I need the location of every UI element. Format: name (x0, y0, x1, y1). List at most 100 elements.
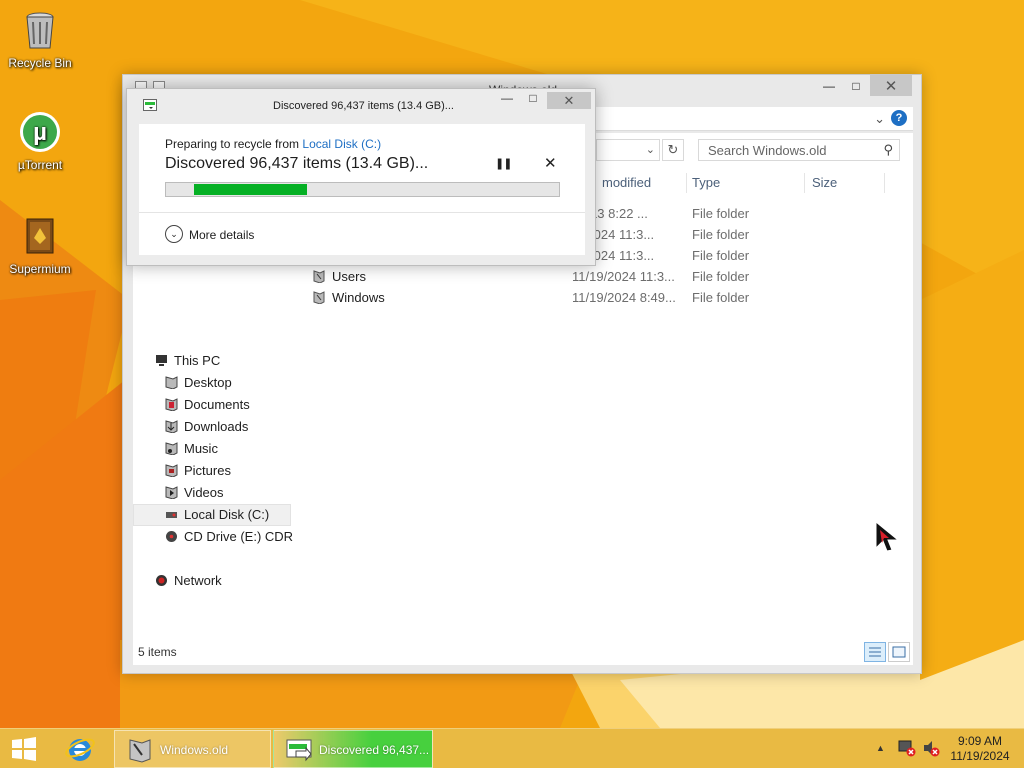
file-explorer-icon (129, 739, 151, 763)
desktop-icon-label: Supermium (9, 262, 71, 276)
search-icon[interactable]: ⚲ (883, 142, 893, 158)
desktop-folder-icon (165, 376, 178, 389)
large-icons-view-icon (892, 646, 906, 658)
column-divider[interactable] (804, 173, 805, 193)
file-type: File folder (692, 206, 750, 221)
taskbar-clock[interactable]: 9:09 AM 11/19/2024 (950, 734, 1010, 764)
folder-icon (313, 270, 325, 283)
file-date: 11/19/2024 8:49... (572, 290, 676, 305)
nav-label: Documents (184, 397, 250, 412)
supermium-icon (26, 218, 54, 254)
dialog-maximize-button[interactable]: □ (520, 91, 546, 109)
refresh-button[interactable]: ↻ (662, 139, 684, 161)
pause-button[interactable]: ❚❚ (495, 157, 512, 170)
file-date: 11/19/2024 11:3... (572, 269, 675, 284)
file-row[interactable]: Windows 11/19/2024 8:49... File folder (133, 288, 913, 309)
nav-label: This PC (174, 353, 221, 368)
recycle-progress-icon (143, 99, 157, 111)
subtitle-prefix: Preparing to recycle from (165, 137, 303, 151)
expand-ribbon-icon[interactable]: ⌄ (874, 111, 885, 127)
column-divider[interactable] (686, 173, 687, 193)
nav-label: Videos (184, 485, 224, 500)
close-button[interactable]: ✕ (870, 75, 912, 96)
column-divider[interactable] (884, 173, 885, 193)
file-name: Users (332, 269, 366, 284)
nav-label: Music (184, 441, 218, 456)
internet-explorer-button[interactable] (60, 732, 100, 766)
file-type: File folder (692, 248, 750, 263)
clock-time: 9:09 AM (957, 734, 1003, 748)
downloads-folder-icon (165, 420, 178, 433)
more-details-label: More details (189, 228, 255, 242)
cancel-button[interactable]: ✕ (544, 154, 557, 172)
start-button[interactable] (8, 736, 40, 762)
column-header-modified[interactable]: modified (602, 175, 651, 190)
file-type: File folder (692, 269, 750, 284)
file-type: File folder (692, 290, 750, 305)
progress-fill (194, 184, 307, 195)
internet-explorer-icon (65, 738, 95, 761)
documents-folder-icon (165, 398, 178, 411)
dialog-titlebar[interactable]: Discovered 96,437 items (13.4 GB)... — □… (127, 89, 597, 121)
search-input[interactable] (699, 140, 869, 160)
desktop-icon-recycle-bin[interactable]: Recycle Bin (0, 8, 80, 70)
taskbar-item-recycle-progress[interactable]: Discovered 96,437... (273, 730, 433, 768)
recycle-bin-icon (26, 12, 54, 49)
taskbar-item-label: Discovered 96,437... (319, 743, 430, 757)
column-header-type[interactable]: Type (692, 175, 720, 190)
utorrent-icon: µ (20, 112, 60, 152)
folder-icon (313, 291, 325, 304)
chevron-down-icon: ⌄ (165, 225, 183, 243)
address-bar[interactable]: ⌄ (596, 139, 660, 161)
nav-label: Pictures (184, 463, 231, 478)
local-disk-icon (166, 512, 177, 518)
volume-muted-icon[interactable] (922, 739, 940, 757)
videos-folder-icon (165, 486, 178, 499)
help-icon[interactable]: ? (891, 110, 907, 126)
dialog-close-button[interactable]: ✕ (547, 92, 591, 109)
desktop-icon-utorrent[interactable]: µ µTorrent (0, 110, 80, 172)
nav-label: Downloads (184, 419, 249, 434)
maximize-button[interactable]: □ (843, 75, 869, 96)
file-type: File folder (692, 227, 750, 242)
this-pc-icon (156, 355, 167, 366)
desktop-icon-label: Recycle Bin (8, 56, 72, 70)
column-header-size[interactable]: Size (812, 175, 837, 190)
file-name: Windows (332, 290, 385, 305)
network-status-icon[interactable] (898, 739, 916, 757)
dialog-body: Preparing to recycle from Local Disk (C:… (139, 124, 585, 255)
nav-item-local-disk[interactable]: Local Disk (C:) (133, 504, 291, 526)
show-hidden-icons-icon[interactable]: ▲ (876, 743, 885, 753)
cd-drive-icon (166, 531, 177, 542)
dialog-minimize-button[interactable]: — (494, 91, 520, 109)
nav-label: Network (174, 573, 222, 588)
network-icon (156, 575, 167, 586)
file-row[interactable]: Users 11/19/2024 11:3... File folder (133, 267, 913, 288)
recycle-progress-dialog[interactable]: Discovered 96,437 items (13.4 GB)... — □… (126, 88, 596, 266)
nav-label: CD Drive (E:) CDR (184, 529, 294, 544)
details-view-icon (869, 647, 881, 657)
source-location-link[interactable]: Local Disk (C:) (302, 137, 381, 151)
svg-text:µ: µ (33, 119, 47, 146)
nav-label: Local Disk (C:) (184, 507, 270, 522)
taskbar: Windows.old Discovered 96,437... ▲ 9:09 … (0, 728, 1024, 768)
desktop-icon-supermium[interactable]: Supermium (0, 214, 80, 276)
dialog-divider (139, 212, 585, 213)
item-count: 5 items (138, 645, 177, 659)
recycle-progress-icon (286, 739, 312, 762)
taskbar-item-windows-old[interactable]: Windows.old (114, 730, 271, 768)
taskbar-item-label: Windows.old (160, 743, 229, 757)
music-folder-icon (165, 442, 178, 455)
chevron-down-icon[interactable]: ⌄ (646, 143, 655, 156)
clock-date: 11/19/2024 (950, 749, 1010, 763)
dialog-status-text: Discovered 96,437 items (13.4 GB)... (165, 155, 429, 172)
large-icons-view-button[interactable] (888, 642, 910, 662)
dialog-subtitle: Preparing to recycle from Local Disk (C:… (165, 137, 381, 151)
status-bar: 5 items (133, 639, 913, 665)
minimize-button[interactable]: — (816, 75, 842, 96)
progress-bar (165, 182, 560, 197)
mouse-cursor-icon (875, 520, 900, 552)
search-box[interactable]: ⚲ (698, 139, 900, 161)
desktop-icon-label: µTorrent (17, 158, 63, 172)
details-view-button[interactable] (864, 642, 886, 662)
